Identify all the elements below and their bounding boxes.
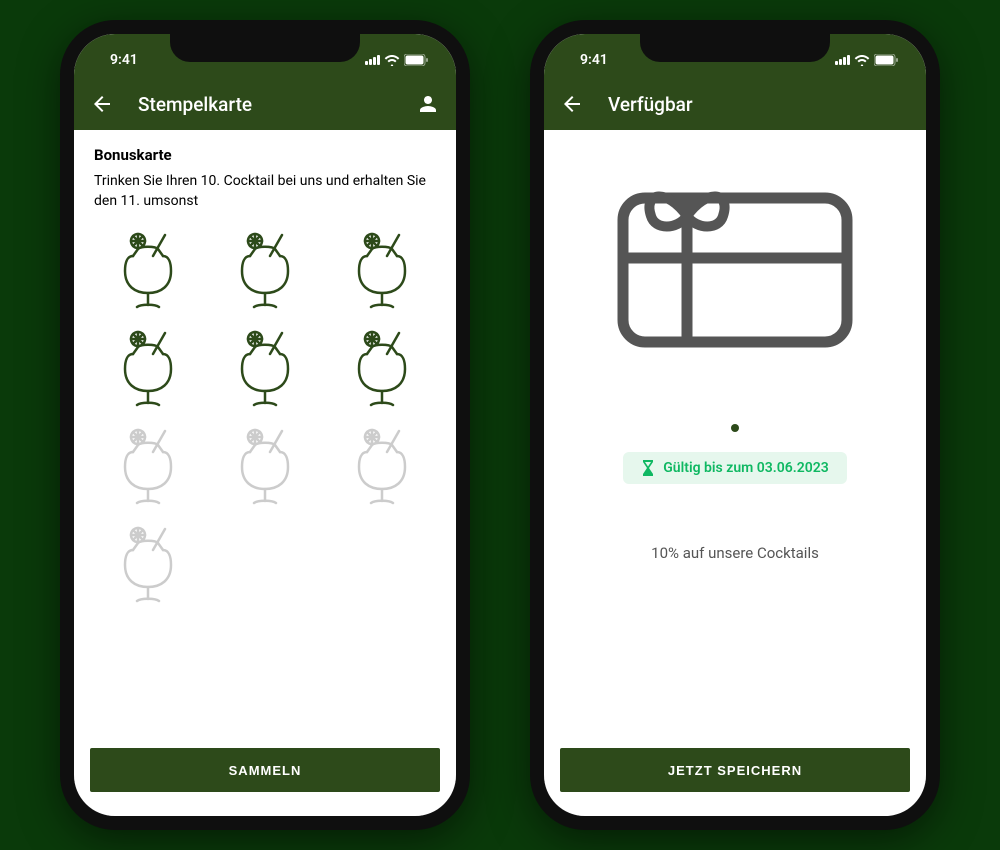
save-button[interactable]: JETZT SPEICHERN: [560, 748, 910, 792]
status-time: 9:41: [568, 52, 608, 68]
hourglass-icon: [641, 460, 655, 476]
gift-card-icon: [615, 180, 855, 354]
collect-button[interactable]: SAMMELN: [90, 748, 440, 792]
stamp-collected: [339, 329, 426, 409]
stamp-collected: [221, 329, 308, 409]
discount-text: 10% auf unsere Cocktails: [651, 544, 819, 562]
page-indicator-dot: [731, 424, 739, 432]
battery-icon: [874, 54, 898, 66]
page-title: Verfügbar: [608, 93, 910, 116]
wifi-icon: [854, 54, 870, 66]
back-icon[interactable]: [560, 92, 584, 116]
status-indicators: [835, 54, 902, 66]
phone-mockup-stampcard: 9:41 Stempelkarte Bonuskarte Trinken Sie…: [60, 20, 470, 830]
battery-icon: [404, 54, 428, 66]
stamps-grid: [94, 231, 436, 605]
stamp-collected: [104, 329, 191, 409]
page-title: Stempelkarte: [138, 93, 416, 116]
signal-icon: [835, 55, 850, 65]
bonus-description: Trinken Sie Ihren 10. Cocktail bei uns u…: [94, 172, 436, 211]
notch: [640, 34, 830, 62]
bonus-title: Bonuskarte: [94, 146, 436, 164]
phone-mockup-available: 9:41 Verfügbar: [530, 20, 940, 830]
stamp-collected: [339, 231, 426, 311]
content-area: Bonuskarte Trinken Sie Ihren 10. Cocktai…: [74, 130, 456, 736]
stamp-collected: [104, 231, 191, 311]
stamp-collected: [221, 231, 308, 311]
validity-text: Gültig bis zum 03.06.2023: [663, 460, 828, 476]
stamp-empty: [104, 427, 191, 507]
profile-icon[interactable]: [416, 92, 440, 116]
back-icon[interactable]: [90, 92, 114, 116]
content-area: Gültig bis zum 03.06.2023 10% auf unsere…: [544, 130, 926, 736]
notch: [170, 34, 360, 62]
status-time: 9:41: [98, 52, 138, 68]
stamp-empty: [104, 525, 191, 605]
signal-icon: [365, 55, 380, 65]
app-header: Verfügbar: [544, 78, 926, 130]
status-indicators: [365, 54, 432, 66]
stamp-empty: [339, 427, 426, 507]
wifi-icon: [384, 54, 400, 66]
stamp-empty: [221, 427, 308, 507]
validity-badge: Gültig bis zum 03.06.2023: [623, 452, 846, 484]
app-header: Stempelkarte: [74, 78, 456, 130]
